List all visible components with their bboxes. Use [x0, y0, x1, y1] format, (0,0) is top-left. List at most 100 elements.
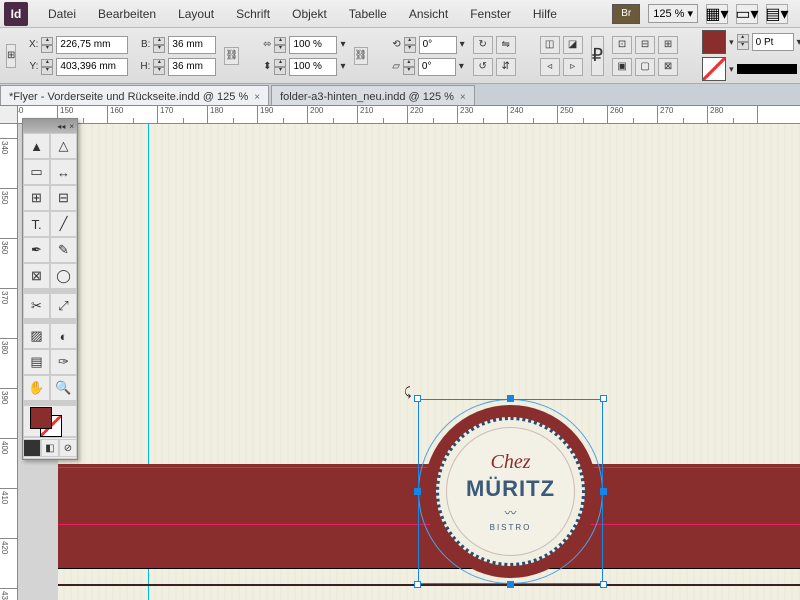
- handle-ne[interactable]: [600, 395, 607, 402]
- zoom-tool[interactable]: 🔍: [50, 375, 77, 401]
- handle-n[interactable]: [507, 395, 514, 402]
- fill-color-swatch[interactable]: [30, 407, 52, 429]
- select-next-icon[interactable]: ▹: [563, 58, 583, 76]
- h-spinner[interactable]: ▴▾: [153, 59, 165, 75]
- reference-point-icon[interactable]: ⊞: [6, 44, 16, 68]
- type-tool[interactable]: T.: [23, 211, 50, 237]
- handle-sw[interactable]: [414, 581, 421, 588]
- toolbox-panel[interactable]: ◂◂× ▲ △ ▭ ↔ ⊞ ⊟ T. ╱ ✒ ✎ ⊠ ◯ ✂ ⤢ ▨ ◐ ▤ ✑…: [22, 118, 78, 460]
- rotation-field[interactable]: [419, 36, 457, 54]
- view-mode-icon[interactable]: ▦▾: [706, 4, 728, 24]
- paragraph-style-icon[interactable]: ₽: [591, 36, 604, 76]
- menu-schrift[interactable]: Schrift: [226, 3, 280, 25]
- fill-swatch[interactable]: [702, 30, 726, 54]
- shear-field[interactable]: [418, 58, 456, 76]
- stroke-style-preview[interactable]: [737, 64, 797, 74]
- scale-y-field[interactable]: [289, 58, 337, 76]
- menu-bearbeiten[interactable]: Bearbeiten: [88, 3, 166, 25]
- select-container-icon[interactable]: ◫: [540, 36, 560, 54]
- gradient-feather-tool[interactable]: ◐: [50, 323, 77, 349]
- gap-tool[interactable]: ↔: [50, 159, 77, 185]
- handle-e[interactable]: [600, 488, 607, 495]
- ruler-origin[interactable]: [0, 106, 18, 124]
- menu-layout[interactable]: Layout: [168, 3, 224, 25]
- ellipse-tool[interactable]: ◯: [50, 263, 77, 289]
- pen-tool[interactable]: ✒: [23, 237, 50, 263]
- fit-frame-icon[interactable]: ⊟: [635, 36, 655, 54]
- menu-datei[interactable]: Datei: [38, 3, 86, 25]
- shear-spinner[interactable]: ▴▾: [403, 59, 415, 75]
- auto-fit-icon[interactable]: ⊠: [658, 58, 678, 76]
- document-tabs: *Flyer - Vorderseite und Rückseite.indd …: [0, 84, 800, 106]
- ruler-horizontal[interactable]: 1401501601701801902002102202302402502602…: [18, 106, 800, 124]
- w-field[interactable]: [168, 36, 216, 54]
- handle-nw[interactable]: [414, 395, 421, 402]
- x-field[interactable]: [56, 36, 128, 54]
- sx-spinner[interactable]: ▴▾: [274, 37, 286, 53]
- menu-objekt[interactable]: Objekt: [282, 3, 337, 25]
- y-field[interactable]: [56, 58, 128, 76]
- handle-w[interactable]: [414, 488, 421, 495]
- fit-prop-icon[interactable]: ▢: [635, 58, 655, 76]
- stroke-spinner[interactable]: ▴▾: [737, 34, 749, 50]
- flip-h-icon[interactable]: ⇋: [496, 36, 516, 54]
- content-placer-tool[interactable]: ⊟: [50, 185, 77, 211]
- scissors-tool[interactable]: ✂: [23, 293, 50, 319]
- flip-v-icon[interactable]: ⇵: [496, 58, 516, 76]
- menu-hilfe[interactable]: Hilfe: [523, 3, 567, 25]
- fill-frame-icon[interactable]: ▣: [612, 58, 632, 76]
- rotate-cw-icon[interactable]: ↻: [473, 36, 493, 54]
- select-prev-icon[interactable]: ◃: [540, 58, 560, 76]
- scale-x-field[interactable]: [289, 36, 337, 54]
- doc-tab-folder[interactable]: folder-a3-hinten_neu.indd @ 125 %×: [271, 85, 475, 105]
- note-tool[interactable]: ▤: [23, 349, 50, 375]
- fit-content-icon[interactable]: ⊡: [612, 36, 632, 54]
- apply-none-icon[interactable]: ⊘: [59, 439, 77, 457]
- x-spinner[interactable]: ▴▾: [41, 37, 53, 53]
- close-tab-icon[interactable]: ×: [460, 92, 466, 103]
- stroke-swatch[interactable]: [702, 57, 726, 81]
- menu-tabelle[interactable]: Tabelle: [339, 3, 397, 25]
- stroke-weight-field[interactable]: [752, 33, 794, 51]
- direct-selection-tool[interactable]: △: [50, 133, 77, 159]
- select-content-icon[interactable]: ◪: [563, 36, 583, 54]
- doc-tab-flyer[interactable]: *Flyer - Vorderseite und Rückseite.indd …: [0, 85, 269, 105]
- constrain-scale-icon[interactable]: ⛓: [354, 47, 369, 65]
- sy-spinner[interactable]: ▴▾: [274, 59, 286, 75]
- rectangle-frame-tool[interactable]: ⊠: [23, 263, 50, 289]
- menu-ansicht[interactable]: Ansicht: [399, 3, 458, 25]
- y-spinner[interactable]: ▴▾: [41, 59, 53, 75]
- line-tool[interactable]: ╱: [50, 211, 77, 237]
- apply-color-icon[interactable]: ■: [23, 439, 41, 457]
- h-field[interactable]: [168, 58, 216, 76]
- scale-x-icon: ⬄: [263, 39, 271, 50]
- rot-spinner[interactable]: ▴▾: [404, 37, 416, 53]
- pencil-tool[interactable]: ✎: [50, 237, 77, 263]
- toolbox-header[interactable]: ◂◂×: [23, 119, 77, 133]
- hand-tool[interactable]: ✋: [23, 375, 50, 401]
- gradient-swatch-tool[interactable]: ▨: [23, 323, 50, 349]
- color-tools[interactable]: [23, 405, 77, 437]
- apply-gradient-icon[interactable]: ◧: [41, 439, 59, 457]
- page-tool[interactable]: ▭: [23, 159, 50, 185]
- constrain-wh-icon[interactable]: ⛓: [224, 47, 239, 65]
- selection-tool[interactable]: ▲: [23, 133, 50, 159]
- w-spinner[interactable]: ▴▾: [153, 37, 165, 53]
- screen-mode-icon[interactable]: ▭▾: [736, 4, 758, 24]
- content-collector-tool[interactable]: ⊞: [23, 185, 50, 211]
- canvas[interactable]: ⤹ Chez MÜRITZ 〰 BISTRO: [18, 124, 800, 600]
- free-transform-tool[interactable]: ⤢: [50, 293, 77, 319]
- selected-object[interactable]: ⤹ Chez MÜRITZ 〰 BISTRO: [418, 399, 603, 584]
- rotate-ccw-icon[interactable]: ↺: [473, 58, 493, 76]
- handle-s[interactable]: [507, 581, 514, 588]
- eyedropper-tool[interactable]: ✑: [50, 349, 77, 375]
- zoom-level-menu[interactable]: 125 % ▾: [648, 4, 698, 23]
- close-tab-icon[interactable]: ×: [254, 92, 260, 103]
- ruler-vertical[interactable]: 330340350360370380390400410420430: [0, 124, 18, 600]
- bridge-button[interactable]: Br: [612, 4, 640, 24]
- arrange-icon[interactable]: ▤▾: [766, 4, 788, 24]
- handle-se[interactable]: [600, 581, 607, 588]
- menu-fenster[interactable]: Fenster: [460, 3, 521, 25]
- menu-bar: Id Datei Bearbeiten Layout Schrift Objek…: [0, 0, 800, 28]
- center-content-icon[interactable]: ⊞: [658, 36, 678, 54]
